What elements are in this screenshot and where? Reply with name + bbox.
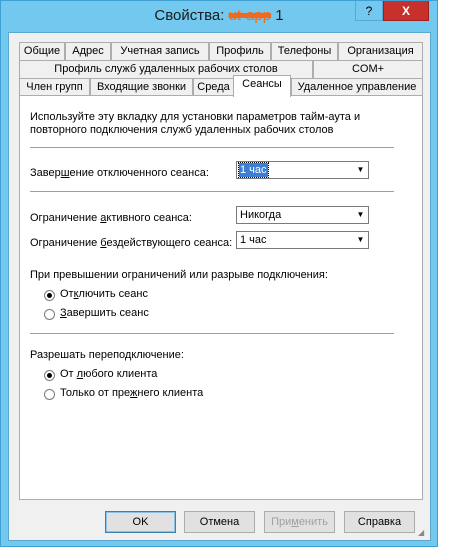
radio-any-client[interactable] <box>44 370 55 381</box>
tab-telephones[interactable]: Телефоны <box>271 42 338 60</box>
radio-end-session[interactable] <box>44 309 55 320</box>
properties-window: Свойства: ut-app 1 ? X Общие Адрес Учетн… <box>0 0 438 547</box>
ok-button[interactable]: OK <box>105 511 176 533</box>
chevron-down-icon[interactable]: ▼ <box>354 233 367 247</box>
title-bar[interactable]: Свойства: ut-app 1 ? X <box>1 1 437 32</box>
tab-profile[interactable]: Профиль <box>209 42 271 60</box>
tab-account[interactable]: Учетная запись <box>111 42 209 60</box>
title-prefix: Свойства: <box>154 7 229 24</box>
radio-original-client[interactable] <box>44 389 55 400</box>
tab-dial-in[interactable]: Входящие звонки <box>90 78 193 96</box>
idle-limit-value: 1 час <box>240 234 267 246</box>
chevron-down-icon[interactable]: ▼ <box>354 208 367 222</box>
close-icon: X <box>401 4 410 18</box>
help-title-button[interactable]: ? <box>355 1 383 21</box>
active-limit-label: Ограничение активного сеанса: <box>30 212 192 224</box>
question-icon: ? <box>365 4 373 18</box>
tab-sessions[interactable]: Сеансы <box>233 75 291 97</box>
active-limit-combobox[interactable]: Никогда ▼ <box>236 206 369 224</box>
radio-any-client-label[interactable]: От любого клиента <box>60 368 157 380</box>
title-redacted-name: ut-app <box>228 7 272 24</box>
chevron-down-icon[interactable]: ▼ <box>354 163 367 177</box>
close-button[interactable]: X <box>383 1 429 21</box>
title-suffix: 1 <box>271 7 284 24</box>
end-disconnected-value: 1 час <box>238 162 269 178</box>
sessions-panel: Используйте эту вкладку для установки па… <box>19 95 423 500</box>
tab-member-of[interactable]: Член групп <box>19 78 90 96</box>
idle-limit-label: Ограничение бездействующего сеанса: <box>30 237 233 249</box>
on-limit-label: При превышении ограничений или разрыве п… <box>30 269 328 281</box>
resize-grip-icon[interactable]: ◢ <box>418 528 428 538</box>
idle-limit-combobox[interactable]: 1 час ▼ <box>236 231 369 249</box>
radio-end-session-label[interactable]: Завершить сеанс <box>60 307 149 319</box>
end-disconnected-combobox[interactable]: 1 час ▼ <box>236 161 369 179</box>
cancel-button[interactable]: Отмена <box>184 511 255 533</box>
tab-general[interactable]: Общие <box>19 42 65 60</box>
tab-com-plus[interactable]: COM+ <box>313 60 423 78</box>
separator <box>30 191 394 192</box>
radio-disconnect-session[interactable] <box>44 290 55 301</box>
apply-button[interactable]: Применить <box>264 511 335 533</box>
tab-organization[interactable]: Организация <box>338 42 423 60</box>
active-limit-value: Никогда <box>240 209 282 221</box>
radio-original-client-label[interactable]: Только от прежнего клиента <box>60 387 203 399</box>
tab-remote-control[interactable]: Удаленное управление <box>291 78 423 96</box>
dialog-client: Общие Адрес Учетная запись Профиль Телеф… <box>8 32 431 541</box>
separator <box>30 333 394 334</box>
separator <box>30 147 394 148</box>
end-disconnected-label: Завершение отключенного сеанса: <box>30 167 209 179</box>
reconnect-label: Разрешать переподключение: <box>30 349 184 361</box>
panel-description: Используйте эту вкладку для установки па… <box>30 111 361 136</box>
tab-environment[interactable]: Среда <box>193 78 234 96</box>
radio-disconnect-session-label[interactable]: Отключить сеанс <box>60 288 148 300</box>
help-button[interactable]: Справка <box>344 511 415 533</box>
tab-address[interactable]: Адрес <box>65 42 111 60</box>
